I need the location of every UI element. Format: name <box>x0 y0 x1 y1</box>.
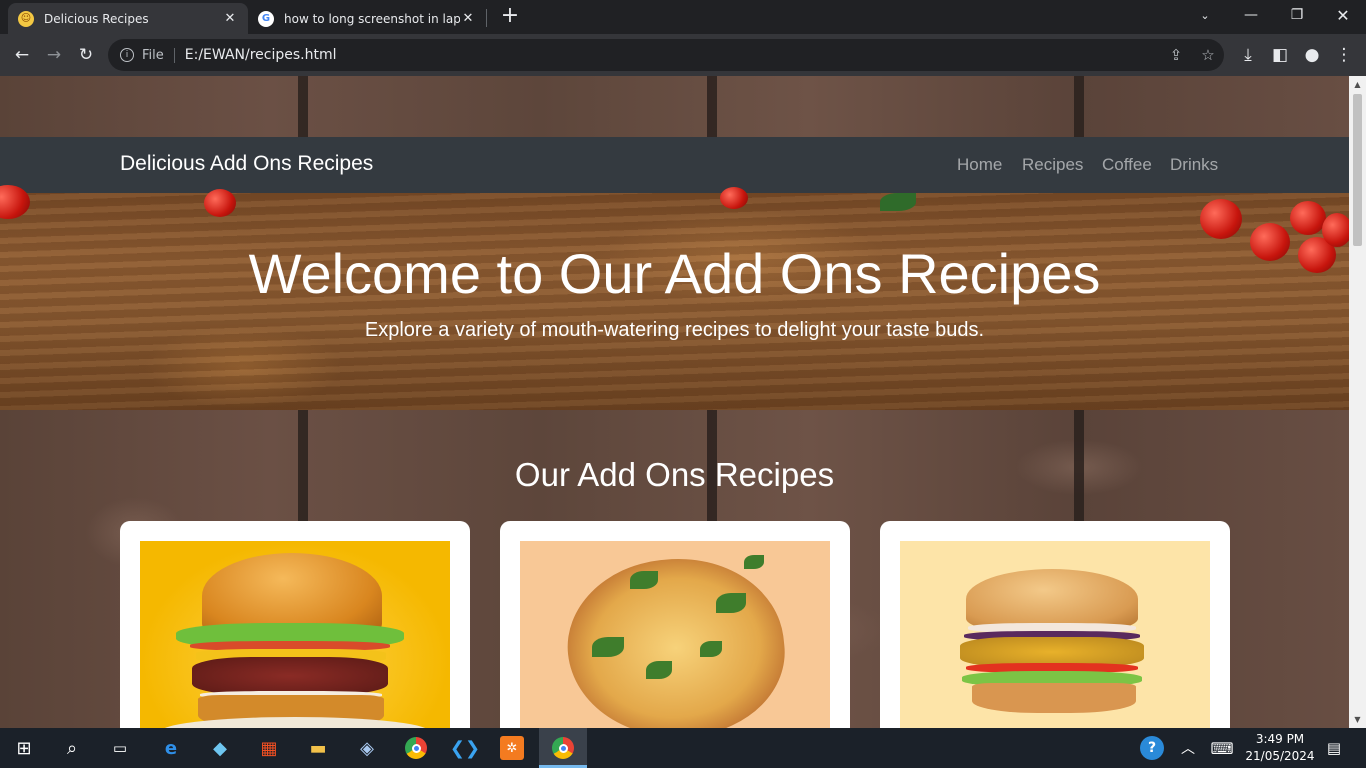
tab-title: Delicious Recipes <box>44 11 149 26</box>
file-explorer-icon[interactable]: ▬ <box>304 734 332 762</box>
xampp-icon[interactable]: ✲ <box>500 736 524 760</box>
forward-arrow-icon[interactable]: → <box>40 41 68 69</box>
tab-title: how to long screenshot in laptop <box>284 11 460 26</box>
veggie-burger-image[interactable] <box>140 541 450 728</box>
task-view-icon[interactable]: ▭ <box>106 734 134 762</box>
help-icon[interactable]: ? <box>1140 736 1164 760</box>
minimize-icon[interactable]: — <box>1228 0 1274 30</box>
section-title: Our Add Ons Recipes <box>514 456 835 493</box>
recipe-card[interactable] <box>880 521 1230 728</box>
tomato-decoration <box>1200 199 1242 239</box>
bookmark-star-icon[interactable]: ☆ <box>1194 39 1222 71</box>
close-tab-icon[interactable]: ✕ <box>460 11 476 26</box>
nav-link-home[interactable]: Home <box>957 155 1002 175</box>
virtualbox-icon[interactable]: ◈ <box>353 734 381 762</box>
address-bar[interactable]: i File E:/EWAN/recipes.html ⇪ ☆ <box>108 39 1224 71</box>
chrome-active-icon[interactable] <box>549 734 577 762</box>
chrome-icon[interactable] <box>402 734 430 762</box>
recipe-card[interactable] <box>500 521 850 728</box>
recipe-card[interactable] <box>120 521 470 728</box>
store-icon[interactable]: ▦ <box>255 734 283 762</box>
wood-plank-line <box>1074 76 1084 137</box>
scroll-up-icon[interactable]: ▲ <box>1349 76 1366 93</box>
wood-plank-line <box>298 76 308 137</box>
notifications-icon[interactable]: ▤ <box>1320 734 1348 762</box>
hero-title: Welcome to Our Add Ons Recipes <box>248 242 1101 305</box>
system-clock[interactable]: 3:49 PM 21/05/2024 <box>1240 731 1320 765</box>
nav-link-recipes[interactable]: Recipes <box>1022 155 1083 175</box>
bean-burger-image[interactable] <box>900 541 1210 728</box>
browser-toolbar: ← → ↻ i File E:/EWAN/recipes.html ⇪ ☆ ⤓ … <box>0 34 1366 76</box>
page-scrollbar[interactable]: ▲ ▼ <box>1349 76 1366 728</box>
file-chip: File <box>142 47 175 63</box>
tomato-decoration <box>204 189 236 217</box>
keyboard-icon[interactable]: ⌨ <box>1208 734 1236 762</box>
close-window-icon[interactable]: ✕ <box>1320 0 1366 30</box>
clock-date: 21/05/2024 <box>1245 749 1315 763</box>
close-tab-icon[interactable]: ✕ <box>222 11 238 26</box>
search-icon[interactable]: ⌕ <box>58 734 86 762</box>
leaf-decoration <box>880 193 916 211</box>
nav-link-coffee[interactable]: Coffee <box>1102 155 1152 175</box>
info-icon[interactable]: i <box>120 48 134 62</box>
windows-taskbar: ⊞ ⌕ ▭ e ◆ ▦ ▬ ◈ ❮❯ ✲ ? ︿ ⌨ 3:49 PM 21/05… <box>0 728 1366 768</box>
back-arrow-icon[interactable]: ← <box>8 41 36 69</box>
new-tab-button[interactable]: + <box>498 5 522 29</box>
google-favicon-icon: G <box>258 10 274 27</box>
edge-icon[interactable]: e <box>157 734 185 762</box>
windows-start-icon[interactable]: ⊞ <box>10 734 38 762</box>
profile-icon[interactable]: ● <box>1298 41 1326 69</box>
hero-subtitle: Explore a variety of mouth-watering reci… <box>364 319 985 341</box>
tab-search-icon[interactable]: ⌄ <box>1182 0 1228 30</box>
tab-delicious-recipes[interactable]: ☺ Delicious Recipes ✕ <box>8 3 248 34</box>
tab-separator <box>486 9 487 27</box>
tomato-decoration <box>720 187 748 209</box>
photos-icon[interactable]: ◆ <box>206 734 234 762</box>
vscode-icon[interactable]: ❮❯ <box>450 734 480 762</box>
reload-icon[interactable]: ↻ <box>72 41 100 69</box>
restore-icon[interactable]: ❐ <box>1274 0 1320 30</box>
side-panel-icon[interactable]: ◧ <box>1266 41 1294 69</box>
nav-link-drinks[interactable]: Drinks <box>1170 155 1218 175</box>
hero-banner: Welcome to Our Add Ons Recipes Explore a… <box>0 185 1349 410</box>
share-icon[interactable]: ⇪ <box>1162 39 1190 71</box>
wood-plank-line <box>707 76 717 137</box>
scroll-thumb[interactable] <box>1353 94 1362 246</box>
scroll-down-icon[interactable]: ▼ <box>1349 711 1366 728</box>
tab-strip: ☺ Delicious Recipes ✕ G how to long scre… <box>0 0 1366 34</box>
tomato-decoration <box>1290 201 1326 235</box>
tab-long-screenshot[interactable]: G how to long screenshot in laptop ✕ <box>248 3 486 34</box>
recipe-favicon-icon: ☺ <box>18 10 34 27</box>
page-viewport: Delicious Add Ons Recipes Home Recipes C… <box>0 76 1349 728</box>
chevron-up-icon[interactable]: ︿ <box>1174 734 1202 762</box>
flatbread-pizza-image[interactable] <box>520 541 830 728</box>
menu-kebab-icon[interactable]: ⋮ <box>1330 41 1358 69</box>
url-text[interactable]: E:/EWAN/recipes.html <box>185 47 337 63</box>
site-navbar: Delicious Add Ons Recipes Home Recipes C… <box>0 137 1349 193</box>
clock-time: 3:49 PM <box>1255 732 1305 746</box>
site-brand[interactable]: Delicious Add Ons Recipes <box>120 152 373 176</box>
download-icon[interactable]: ⤓ <box>1234 41 1262 69</box>
